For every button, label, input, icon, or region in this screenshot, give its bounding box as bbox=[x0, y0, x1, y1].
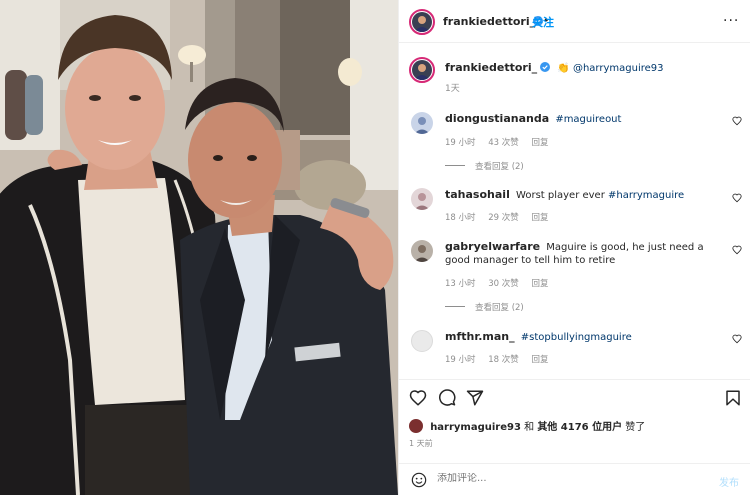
heart-icon[interactable] bbox=[732, 334, 742, 344]
commenter-avatar[interactable] bbox=[411, 112, 433, 134]
likes-and: 和 bbox=[520, 422, 538, 433]
clap-emoji: 👏 bbox=[557, 63, 570, 74]
comment-username[interactable]: tahasohail bbox=[445, 188, 510, 201]
comment-time: 13 小时 bbox=[445, 279, 476, 289]
comment-icon[interactable] bbox=[438, 389, 456, 407]
comment-text: Worst player ever bbox=[516, 190, 608, 201]
caption-username[interactable]: frankiedettori_ bbox=[445, 61, 537, 74]
likes-suffix: 赞了 bbox=[622, 422, 646, 433]
liker-username[interactable]: harrymaguire93 bbox=[430, 422, 521, 433]
post-comment-button[interactable]: 发布 bbox=[719, 474, 739, 489]
comment-meta: 13 小时 30 次赞 回复 bbox=[445, 277, 558, 289]
post-actions: harrymaguire93 和 其他 4176 位用户 赞了 1 天前 发布 bbox=[399, 379, 750, 495]
comment-likes[interactable]: 29 次赞 bbox=[488, 213, 519, 223]
commenter-avatar[interactable] bbox=[411, 188, 433, 210]
likes-summary: harrymaguire93 和 其他 4176 位用户 赞了 bbox=[409, 418, 645, 433]
view-replies-button[interactable]: 查看回复 (2) bbox=[445, 301, 524, 313]
comment-time: 19 小时 bbox=[445, 138, 476, 148]
verified-badge-icon bbox=[540, 62, 551, 72]
comment-meta: 19 小时 18 次赞 回复 bbox=[445, 353, 558, 365]
comment-hashtag[interactable]: #harrymaguire bbox=[608, 190, 684, 201]
likes-others[interactable]: 其他 4176 位用户 bbox=[537, 422, 622, 433]
comment-username[interactable]: mfthr.man_ bbox=[445, 330, 515, 343]
reply-button[interactable]: 回复 bbox=[531, 138, 548, 148]
post-header: frankiedettori_ • 关注 ··· bbox=[399, 0, 750, 43]
heart-icon[interactable] bbox=[409, 389, 427, 407]
post-photo[interactable] bbox=[0, 0, 398, 495]
caption-avatar[interactable] bbox=[409, 57, 435, 83]
comment-time: 19 小时 bbox=[445, 355, 476, 365]
replies-line bbox=[445, 165, 465, 166]
caption-text: frankiedettori_ 👏 @harrymaguire93 bbox=[445, 61, 729, 75]
more-icon[interactable]: ··· bbox=[723, 13, 739, 29]
comment-time: 18 小时 bbox=[445, 213, 476, 223]
heart-icon[interactable] bbox=[732, 193, 742, 203]
reply-button[interactable]: 回复 bbox=[531, 213, 548, 223]
reply-button[interactable]: 回复 bbox=[531, 279, 548, 289]
comment-text[interactable]: #maguireout bbox=[555, 114, 621, 125]
comment-likes[interactable]: 30 次赞 bbox=[488, 279, 519, 289]
caption-time: 1天 bbox=[445, 84, 460, 94]
follow-button[interactable]: 关注 bbox=[532, 14, 554, 30]
view-replies-label[interactable]: 查看回复 (2) bbox=[475, 162, 524, 172]
comment-meta: 18 小时 29 次赞 回复 bbox=[445, 211, 558, 223]
liker-avatar[interactable] bbox=[409, 419, 423, 433]
commenter-avatar[interactable] bbox=[411, 240, 433, 262]
author-avatar[interactable] bbox=[409, 9, 435, 35]
commenter-avatar[interactable] bbox=[411, 330, 433, 352]
emoji-icon[interactable] bbox=[411, 472, 427, 488]
replies-line bbox=[445, 306, 465, 307]
caption-mention[interactable]: @harrymaguire93 bbox=[573, 63, 664, 74]
heart-icon[interactable] bbox=[732, 116, 742, 126]
share-icon[interactable] bbox=[466, 389, 484, 407]
view-replies-button[interactable]: 查看回复 (2) bbox=[445, 160, 524, 172]
view-replies-label[interactable]: 查看回复 (2) bbox=[475, 303, 524, 313]
comment-text[interactable]: #stopbullyingmaguire bbox=[521, 332, 632, 343]
comment-likes[interactable]: 43 次赞 bbox=[488, 138, 519, 148]
comment-meta: 19 小时 43 次赞 回复 bbox=[445, 136, 558, 148]
heart-icon[interactable] bbox=[732, 245, 742, 255]
reply-button[interactable]: 回复 bbox=[531, 355, 548, 365]
add-comment-bar: 发布 bbox=[399, 463, 750, 495]
post-detail-panel: frankiedettori_ • 关注 ··· frankiedettori_… bbox=[398, 0, 750, 495]
author-username[interactable]: frankiedettori_ bbox=[443, 15, 535, 28]
bookmark-icon[interactable] bbox=[724, 389, 742, 407]
comment-username[interactable]: gabryelwarfare bbox=[445, 240, 540, 253]
post-time: 1 天前 bbox=[409, 439, 433, 448]
comment-username[interactable]: diongustiananda bbox=[445, 112, 549, 125]
comment-input[interactable] bbox=[437, 473, 677, 484]
comment-likes[interactable]: 18 次赞 bbox=[488, 355, 519, 365]
